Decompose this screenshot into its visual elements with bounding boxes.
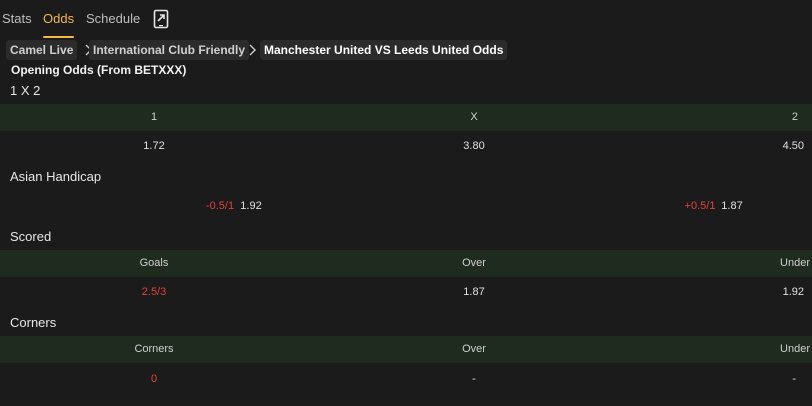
- header-cell: X: [470, 111, 478, 123]
- header-cell: Over: [462, 257, 486, 269]
- share-external-icon[interactable]: [153, 9, 169, 29]
- table-header-corners: Corners Over Under: [0, 336, 812, 363]
- tab-schedule[interactable]: Schedule: [86, 11, 140, 27]
- chevron-right-icon: [249, 44, 256, 56]
- active-tab-indicator: [43, 36, 75, 38]
- tab-odds-label: Odds: [43, 11, 75, 26]
- header-cell: Over: [462, 343, 486, 355]
- section-title-1x2: 1 X 2: [10, 83, 41, 98]
- breadcrumb-international-club-friendly[interactable]: International Club Friendly: [89, 40, 250, 60]
- handicap-line-home: -0.5/1: [205, 200, 235, 212]
- header-cell: Under: [780, 343, 810, 355]
- breadcrumb-current-match: Manchester United VS Leeds United Odds: [260, 40, 508, 60]
- tab-odds[interactable]: Odds: [43, 11, 75, 38]
- section-title-corners: Corners: [10, 315, 57, 330]
- opening-odds-title: Opening Odds (From BETXXX): [11, 63, 187, 77]
- section-title-asian-handicap: Asian Handicap: [10, 169, 102, 184]
- handicap-odds-home: 1.92: [240, 200, 262, 212]
- header-cell: 2: [791, 111, 798, 123]
- header-cell: Corners: [134, 343, 174, 355]
- table-header-scored: Goals Over Under: [0, 250, 812, 277]
- odds-value: 3.80: [463, 140, 485, 152]
- over-odds: -: [472, 373, 476, 385]
- breadcrumb-camel-live[interactable]: Camel Live: [6, 40, 78, 60]
- handicap-odds-away: 1.87: [721, 200, 743, 212]
- header-cell: Under: [780, 257, 810, 269]
- goals-line: 2.5/3: [141, 286, 167, 298]
- odds-value: 4.50: [782, 140, 804, 152]
- over-odds: 1.87: [463, 286, 485, 298]
- under-odds: -: [792, 373, 796, 385]
- header-cell: 1: [150, 111, 158, 123]
- tab-stats[interactable]: Stats: [2, 11, 32, 27]
- top-tabs: Stats Odds Schedule: [0, 0, 812, 38]
- under-odds: 1.92: [782, 286, 804, 298]
- handicap-line-away: +0.5/1: [684, 200, 716, 212]
- corners-line: 0: [150, 373, 158, 385]
- section-title-scored: Scored: [10, 229, 52, 244]
- odds-value: 1.72: [143, 140, 165, 152]
- table-header-1x2: 1 X 2: [0, 104, 812, 131]
- header-cell: Goals: [139, 257, 169, 269]
